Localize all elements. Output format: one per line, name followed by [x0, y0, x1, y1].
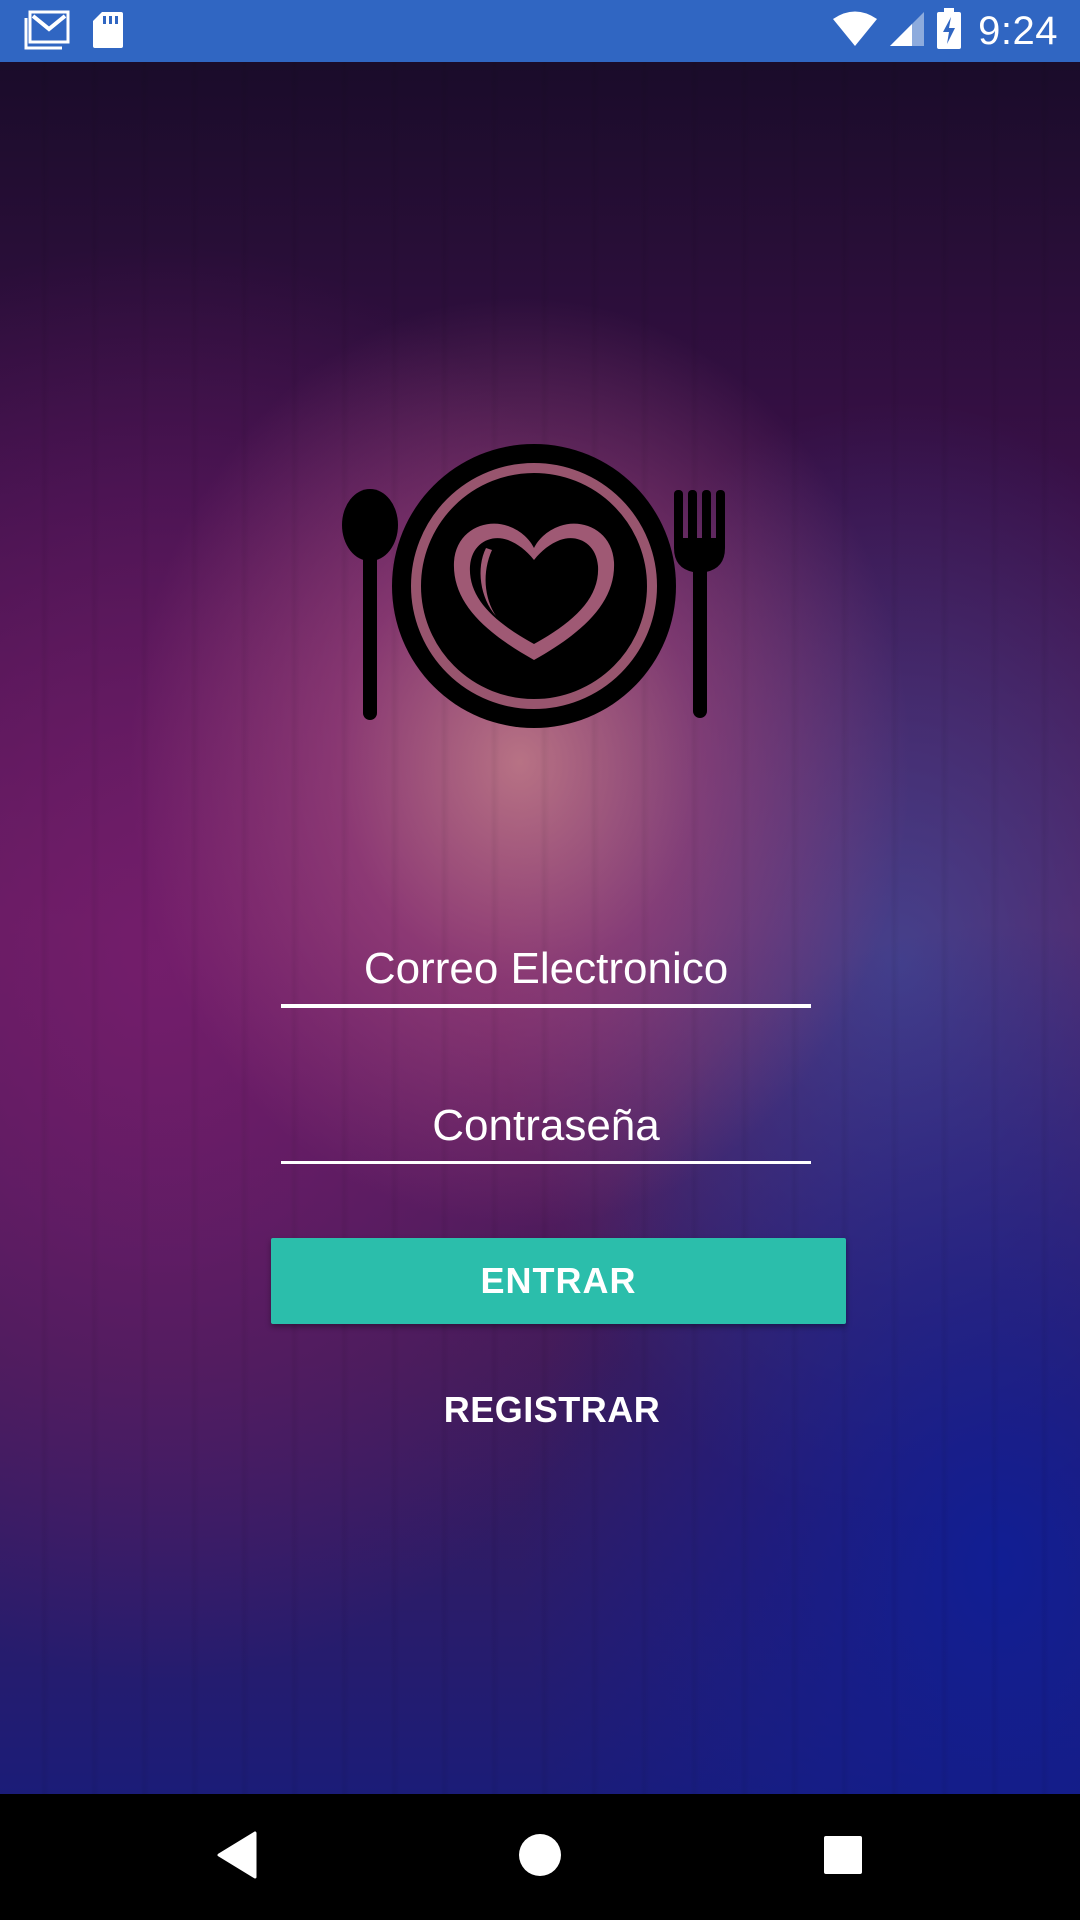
navigation-bar	[0, 1794, 1080, 1920]
recents-icon	[823, 1835, 863, 1880]
login-screen: 9:24 ENTRAR REGISTRA	[0, 0, 1080, 1920]
background-texture	[0, 62, 1080, 1794]
enter-button[interactable]: ENTRAR	[271, 1238, 846, 1324]
back-button[interactable]	[177, 1794, 297, 1920]
home-button[interactable]	[480, 1794, 600, 1920]
status-bar: 9:24	[0, 0, 1080, 62]
email-field	[281, 934, 811, 1008]
password-input[interactable]	[281, 1090, 811, 1161]
cell-signal-icon	[888, 10, 926, 53]
status-notifications	[24, 10, 124, 54]
home-icon	[518, 1833, 562, 1882]
recents-button[interactable]	[783, 1794, 903, 1920]
sd-card-icon	[92, 10, 124, 55]
gmail-icon	[24, 10, 70, 55]
back-icon	[215, 1831, 259, 1884]
battery-charging-icon	[936, 7, 962, 55]
wifi-icon	[832, 10, 878, 53]
status-system: 9:24	[832, 7, 1058, 55]
status-time: 9:24	[978, 8, 1058, 53]
password-field	[281, 1090, 811, 1164]
email-input[interactable]	[281, 934, 811, 1004]
plate-heart-cutlery-icon	[336, 438, 732, 734]
register-button[interactable]: REGISTRAR	[402, 1375, 702, 1445]
